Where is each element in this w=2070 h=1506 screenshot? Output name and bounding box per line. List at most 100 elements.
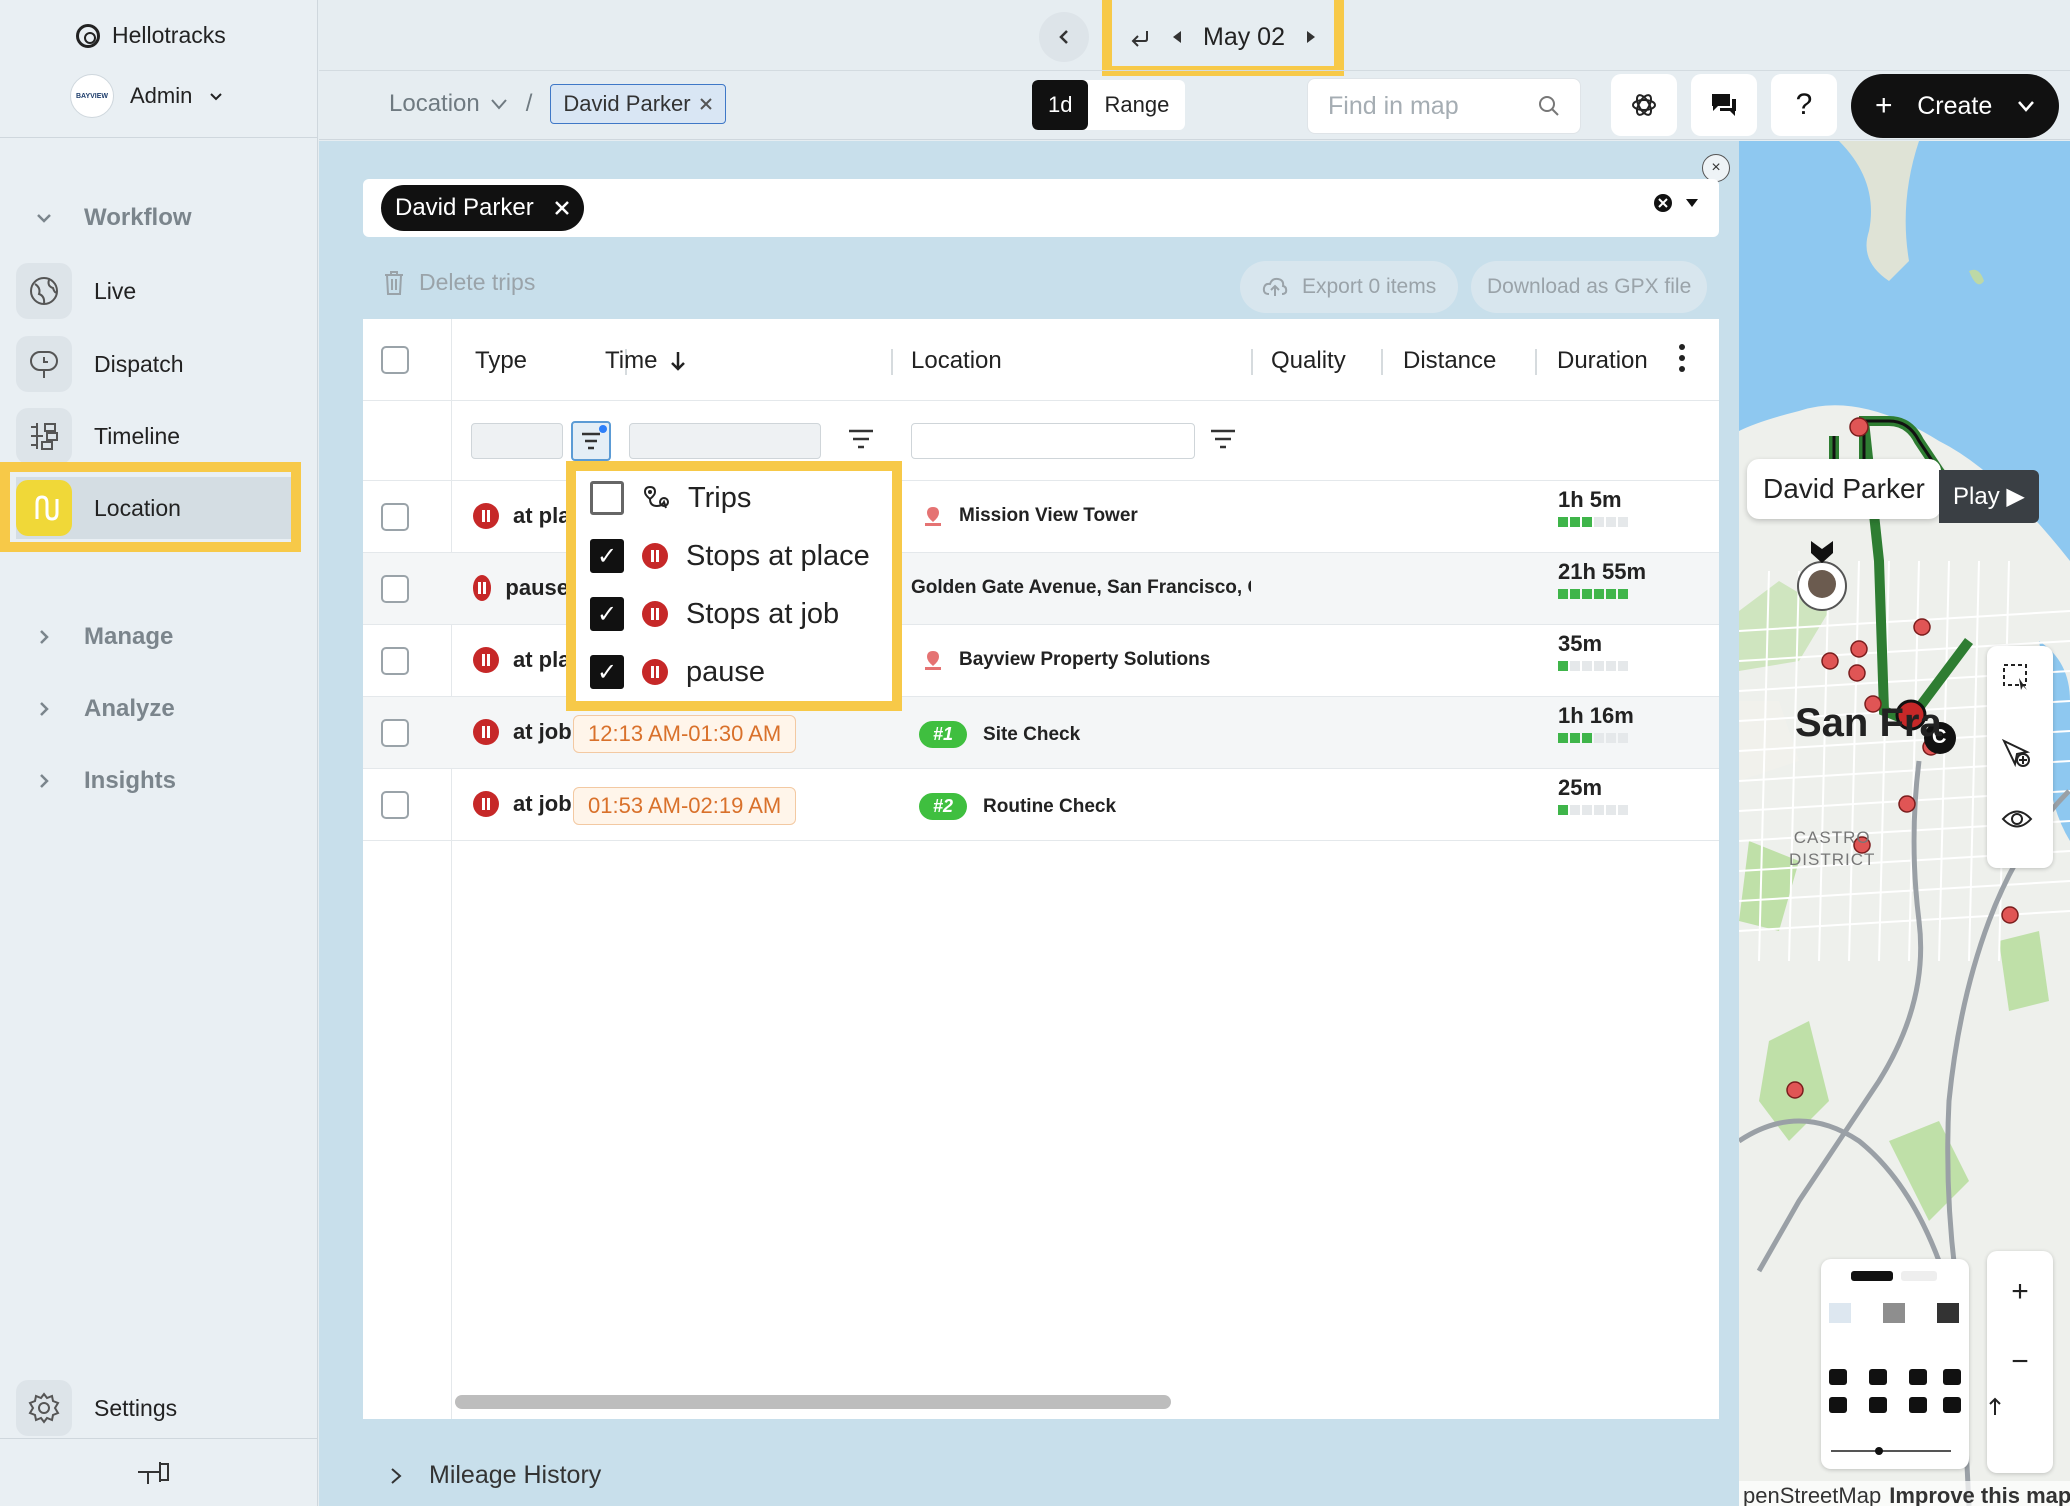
filter-option-pause[interactable]: ✓ pause	[590, 655, 765, 689]
return-icon[interactable]	[1129, 27, 1151, 47]
help-button[interactable]: ?	[1771, 74, 1837, 136]
column-header-label: Time	[605, 347, 658, 374]
breadcrumb-chip[interactable]: David Parker	[550, 84, 726, 124]
table-row[interactable]: at job 01:53 AM-02:19 AM #2 Routine Check…	[363, 769, 1719, 841]
section-label: Manage	[84, 623, 174, 650]
chevron-right-icon	[40, 630, 49, 644]
column-resizer[interactable]	[1251, 349, 1253, 375]
option-checkbox-checked[interactable]: ✓	[590, 655, 624, 689]
mileage-history-label: Mileage History	[429, 1461, 602, 1489]
time-filter-icon[interactable]	[847, 427, 875, 451]
column-header-duration[interactable]: Duration	[1557, 347, 1648, 375]
chat-button[interactable]	[1691, 74, 1757, 136]
section-manage[interactable]: Manage	[34, 623, 173, 651]
play-route-button[interactable]: Play ▶	[1939, 470, 2039, 523]
close-icon[interactable]	[699, 97, 713, 111]
column-header-quality[interactable]: Quality	[1271, 347, 1346, 375]
add-point-icon[interactable]	[2001, 738, 2039, 776]
sidebar-item-timeline[interactable]: Timeline	[16, 405, 298, 467]
zoom-in-button[interactable]: +	[1987, 1257, 2053, 1327]
column-header-location[interactable]: Location	[911, 347, 1002, 375]
date-back-button[interactable]	[1039, 12, 1089, 62]
job-badge: #2	[919, 793, 968, 820]
row-duration: 35m	[1558, 631, 1603, 656]
column-resizer[interactable]	[1381, 349, 1383, 375]
date-picker[interactable]: May 02	[1117, 12, 1329, 62]
section-workflow[interactable]: Workflow	[34, 204, 192, 232]
chevron-down-icon	[2018, 101, 2034, 112]
row-checkbox[interactable]	[381, 503, 409, 531]
find-in-map-input[interactable]: Find in map	[1307, 78, 1581, 134]
option-checkbox-checked[interactable]: ✓	[590, 597, 624, 631]
row-checkbox[interactable]	[381, 647, 409, 675]
current-date: May 02	[1203, 22, 1285, 51]
sidebar-item-label: Live	[94, 277, 137, 304]
column-resizer[interactable]	[1535, 349, 1537, 375]
brand[interactable]: Hellotracks	[76, 22, 226, 49]
create-button[interactable]: + Create	[1851, 74, 2059, 138]
mode-1d-button[interactable]: 1d	[1032, 80, 1089, 130]
export-button[interactable]: Export 0 items	[1240, 261, 1459, 313]
search-icon	[1539, 96, 1559, 116]
section-analyze[interactable]: Analyze	[34, 695, 175, 723]
option-checkbox-checked[interactable]: ✓	[590, 539, 624, 573]
user-select[interactable]: David Parker	[363, 179, 1719, 237]
north-arrow-icon[interactable]	[1987, 1397, 2053, 1467]
quality-bars	[1558, 805, 1628, 815]
option-label: Trips	[688, 481, 752, 514]
timeline-icon	[16, 408, 72, 464]
location-filter-input[interactable]	[911, 423, 1195, 459]
type-filter-button[interactable]	[571, 421, 611, 461]
dropdown-caret-icon[interactable]	[1685, 198, 1699, 208]
location-filter-icon[interactable]	[1209, 427, 1237, 451]
row-checkbox[interactable]	[381, 575, 409, 603]
option-checkbox[interactable]	[590, 481, 624, 515]
filter-option-trips[interactable]: Trips	[590, 481, 751, 515]
ai-assistant-button[interactable]	[1611, 74, 1677, 136]
mileage-history-toggle[interactable]: Mileage History	[389, 1461, 601, 1490]
remove-chip-icon[interactable]	[554, 200, 570, 216]
improve-map-link[interactable]: Improve this map	[1889, 1483, 2070, 1506]
row-checkbox[interactable]	[381, 791, 409, 819]
column-header-type[interactable]: Type	[475, 347, 527, 375]
visibility-eye-icon[interactable]	[2001, 808, 2039, 846]
section-label: Insights	[84, 767, 177, 794]
next-day-icon[interactable]	[1305, 30, 1317, 44]
row-checkbox[interactable]	[381, 719, 409, 747]
pin-sidebar-icon[interactable]	[136, 1458, 170, 1486]
trash-icon	[385, 270, 403, 295]
prev-day-icon[interactable]	[1171, 30, 1183, 44]
chevron-right-icon	[391, 1467, 402, 1484]
download-gpx-button[interactable]: Download as GPX file	[1471, 261, 1708, 313]
sidebar-item-live[interactable]: Live	[16, 260, 298, 322]
sidebar-item-settings[interactable]: Settings	[16, 1380, 177, 1436]
map-layers-panel[interactable]	[1821, 1259, 1969, 1469]
type-filter-input[interactable]	[471, 423, 563, 459]
selected-user-chip[interactable]: David Parker	[381, 185, 584, 231]
horizontal-scrollbar[interactable]	[455, 1395, 1171, 1409]
select-all-checkbox[interactable]	[381, 346, 409, 374]
row-type: at job	[513, 719, 572, 744]
settings-label: Settings	[94, 1394, 178, 1421]
column-header-distance[interactable]: Distance	[1403, 347, 1496, 375]
quality-bars	[1558, 589, 1646, 599]
clear-selection-icon[interactable]	[1653, 193, 1673, 213]
breadcrumb-root[interactable]: Location	[389, 90, 508, 118]
column-resizer[interactable]	[891, 349, 893, 375]
zoom-out-button[interactable]: −	[1987, 1327, 2053, 1397]
filter-option-stops-at-job[interactable]: ✓ Stops at job	[590, 597, 839, 631]
section-insights[interactable]: Insights	[34, 767, 176, 795]
job-badge: #1	[919, 721, 968, 748]
panel-close-button[interactable]: ×	[1702, 154, 1730, 182]
map-view[interactable]: David Parker Play ▶ C San Fra CASTRO DIST…	[1739, 141, 2070, 1506]
time-filter-input[interactable]	[629, 423, 821, 459]
filter-option-stops-at-place[interactable]: ✓ Stops at place	[590, 539, 870, 573]
mode-range-button[interactable]: Range	[1088, 80, 1185, 130]
delete-trips-button[interactable]: Delete trips	[383, 269, 535, 296]
column-header-time[interactable]: Time	[605, 347, 687, 375]
column-menu-icon[interactable]	[1678, 343, 1686, 373]
select-area-icon[interactable]	[2001, 662, 2039, 700]
sort-desc-icon	[671, 352, 686, 371]
sidebar-item-dispatch[interactable]: Dispatch	[16, 333, 298, 395]
org-switcher[interactable]: BAYVIEW Admin	[70, 74, 224, 118]
